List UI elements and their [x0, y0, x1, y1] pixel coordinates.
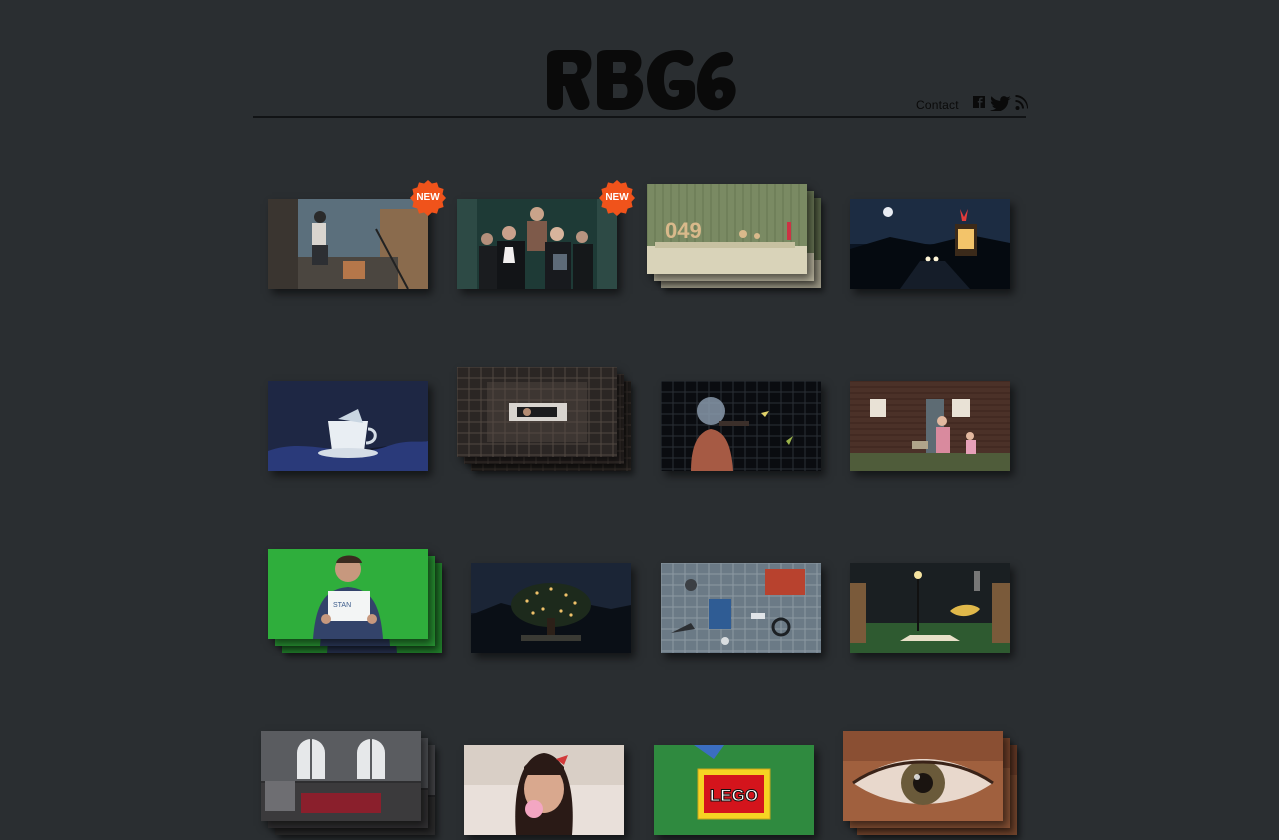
project-thumbnail[interactable] — [268, 199, 428, 289]
thumbnail-image — [268, 199, 428, 289]
project-thumbnail[interactable] — [261, 731, 435, 835]
project-thumbnail[interactable] — [850, 563, 1010, 653]
thumbnail-image — [471, 563, 631, 653]
thumbnail-image — [457, 367, 617, 457]
svg-text:STAN: STAN — [333, 602, 351, 609]
project-thumbnail[interactable]: 049049049 — [647, 184, 821, 288]
thumbnail-image: LEGO — [654, 745, 814, 835]
thumbnail-image — [661, 381, 821, 471]
header-divider — [253, 116, 1026, 118]
svg-text:049: 049 — [665, 218, 702, 243]
thumbnail-image — [850, 563, 1010, 653]
project-thumbnail[interactable] — [464, 745, 624, 835]
facebook-icon[interactable] — [972, 95, 988, 111]
project-thumbnail[interactable] — [661, 563, 821, 653]
project-thumbnail[interactable]: STANSTANSTAN — [268, 549, 442, 653]
project-thumbnail[interactable] — [268, 381, 428, 471]
project-thumbnail[interactable] — [471, 563, 631, 653]
project-thumbnail[interactable] — [457, 199, 617, 289]
site-logo[interactable] — [543, 48, 739, 112]
thumbnail-image — [268, 381, 428, 471]
thumbnail-image — [457, 199, 617, 289]
thumbnail-image — [850, 199, 1010, 289]
project-thumbnail[interactable]: LEGO — [654, 745, 814, 835]
thumbnail-image — [843, 731, 1003, 821]
thumbnail-image — [661, 563, 821, 653]
new-badge-label: NEW — [416, 192, 440, 203]
thumbnail-image — [261, 731, 421, 821]
contact-link[interactable]: Contact — [916, 98, 959, 112]
project-thumbnail[interactable] — [843, 731, 1017, 835]
project-thumbnail[interactable] — [850, 381, 1010, 471]
twitter-icon[interactable] — [990, 95, 1012, 111]
project-thumbnail[interactable] — [661, 381, 821, 471]
thumbnail-image — [464, 745, 624, 835]
logo-graphic — [547, 50, 736, 111]
rss-icon[interactable] — [1015, 95, 1028, 111]
new-badge-label: NEW — [605, 192, 629, 203]
project-thumbnail[interactable] — [850, 199, 1010, 289]
thumbnail-image: 049 — [647, 184, 807, 274]
site-header: Contact — [253, 0, 1028, 119]
thumbnail-image: STAN — [268, 549, 428, 639]
thumbnail-image — [850, 381, 1010, 471]
project-thumbnail[interactable] — [457, 367, 631, 471]
new-badge: NEW — [599, 180, 635, 216]
new-badge: NEW — [410, 180, 446, 216]
thumbnail-logo-text: LEGO — [710, 786, 758, 805]
